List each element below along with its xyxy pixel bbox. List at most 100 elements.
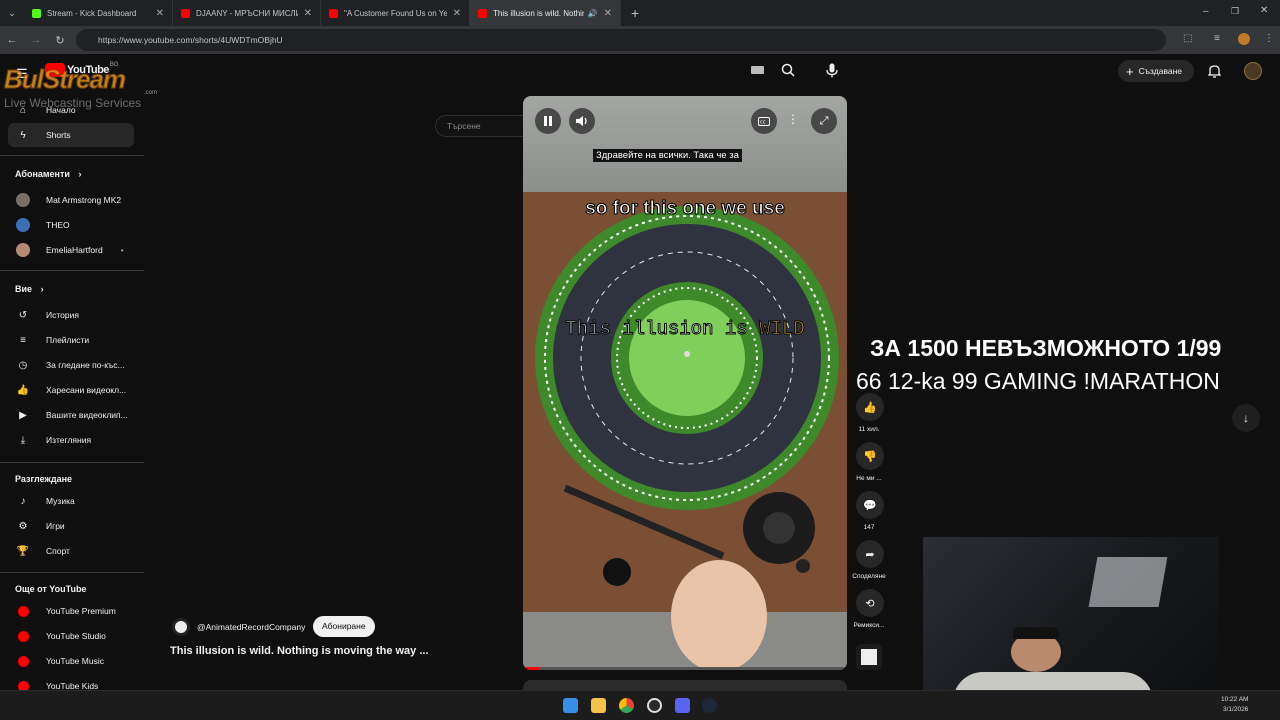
share-button[interactable]: ➦	[856, 540, 884, 568]
new-tab-button[interactable]: +	[631, 5, 639, 21]
minimize-button[interactable]: –	[1203, 6, 1209, 17]
sidebar-item-label: Спорт	[46, 546, 70, 556]
sidebar-divider	[0, 462, 144, 463]
sidebar-item-label: Музика	[46, 496, 75, 506]
sidebar-section-title[interactable]: Абонаменти ›	[15, 169, 81, 179]
maximize-button[interactable]: ❐	[1231, 6, 1239, 17]
browser-tab[interactable]: "A Customer Found Us on Yelp ✕	[321, 0, 470, 26]
channel-avatar[interactable]	[172, 618, 190, 636]
sidebar-item-label: Плейлисти	[46, 335, 90, 345]
sidebar-item[interactable]: ⚙ Игри	[8, 514, 134, 538]
steam-icon[interactable]	[702, 698, 717, 713]
file-explorer-icon[interactable]	[591, 698, 606, 713]
tab-close-icon[interactable]: ✕	[604, 8, 612, 19]
browser-tab[interactable]: This illusion is wild. Nothing 🔊 ✕	[470, 0, 621, 26]
shorts-icon: ϟ	[20, 129, 26, 141]
sidebar-item[interactable]: ⤓ Изтегляния	[8, 428, 134, 452]
section-title-text: Още от YouTube	[15, 584, 87, 594]
video-caption-middle: This illusion is WILD	[523, 318, 847, 341]
sidebar-item[interactable]: ϟ Shorts	[8, 123, 134, 147]
pause-button[interactable]	[535, 108, 561, 134]
tab-search-icon[interactable]: ⌄	[0, 8, 24, 19]
sidebar-item[interactable]: ↺ История	[8, 303, 134, 327]
sidebar-item[interactable]: ≡ Плейлисти	[8, 328, 134, 352]
keyboard-icon[interactable]	[751, 66, 764, 74]
create-button[interactable]: + Създаване	[1118, 60, 1194, 82]
browser-tab[interactable]: DJAANY - МРЪСНИ МИСЛИ (✕	[173, 0, 321, 26]
like-count: 11 хил.	[858, 426, 880, 433]
bulstream-logo-domain: .com	[144, 90, 158, 96]
browser-menu-icon[interactable]: ⋮	[1264, 33, 1274, 44]
search-icon[interactable]	[781, 63, 795, 82]
close-window-button[interactable]: ✕	[1260, 5, 1268, 16]
start-menu-icon[interactable]	[563, 698, 578, 713]
obs-icon[interactable]	[647, 698, 662, 713]
browser-tab[interactable]: Stream - Kick Dashboard ✕	[24, 0, 173, 26]
channel-avatar	[16, 193, 30, 207]
sidebar-divider	[0, 155, 144, 156]
svg-text:cc: cc	[760, 119, 766, 125]
forward-button[interactable]: →	[24, 34, 48, 46]
sidebar-section-title[interactable]: Вие ›	[15, 284, 44, 294]
notifications-bell-icon[interactable]	[1207, 64, 1222, 83]
voice-search-icon[interactable]	[826, 63, 838, 83]
subscription-item[interactable]: Mat Armstrong MK2	[8, 188, 134, 212]
sidebar-item-label: Shorts	[46, 130, 71, 140]
back-button[interactable]: ←	[0, 34, 24, 46]
tab-close-icon[interactable]: ✕	[453, 8, 461, 19]
sidebar-item-label: Харесани видеокл...	[46, 385, 127, 395]
tab-media-icon[interactable]: ≡	[1214, 33, 1220, 44]
tab-favicon-icon	[478, 8, 487, 18]
volume-button[interactable]	[569, 108, 595, 134]
dislike-button[interactable]: 👎	[856, 442, 884, 470]
section-title-text: Вие	[15, 284, 33, 294]
subscription-item[interactable]: EmeliaHartford •	[8, 238, 134, 262]
sidebar-item[interactable]: 👍 Харесани видеокл...	[8, 378, 134, 402]
more-options-icon[interactable]: ⋮	[787, 112, 799, 126]
sidebar-divider	[0, 270, 144, 271]
url-field[interactable]: https://www.youtube.com/shorts/4UWDTmOBj…	[76, 29, 1166, 51]
fullscreen-button[interactable]: ⤢	[811, 108, 837, 134]
tab-audio-icon[interactable]: 🔊	[588, 9, 598, 18]
sidebar-item[interactable]: ♪ Музика	[8, 489, 134, 513]
sidebar-item[interactable]: ▶ Вашите видеоклип...	[8, 403, 134, 427]
sidebar-item[interactable]: YouTube Music	[8, 649, 134, 673]
comments-button[interactable]: 💬	[856, 491, 884, 519]
sidebar-item[interactable]: ◷ За гледане по-къс...	[8, 353, 134, 377]
subscription-label: Mat Armstrong MK2	[46, 195, 122, 205]
subscription-item[interactable]: THEO	[8, 213, 134, 237]
discord-icon[interactable]	[675, 698, 690, 713]
chrome-icon[interactable]	[619, 698, 634, 713]
video-title[interactable]: This illusion is wild. Nothing is moving…	[170, 645, 429, 657]
sidebar-item[interactable]: YouTube Premium	[8, 599, 134, 623]
download-icon: ⤓	[20, 434, 26, 446]
taskbar-time[interactable]: 10:22 AM	[1221, 696, 1248, 703]
tab-close-icon[interactable]: ✕	[156, 8, 164, 19]
reload-button[interactable]: ↻	[48, 34, 72, 47]
caption-part-1: This illusion is	[565, 318, 748, 341]
like-button[interactable]: 👍	[856, 393, 884, 421]
extensions-icon[interactable]: ⬚	[1183, 33, 1192, 44]
sound-thumbnail[interactable]	[856, 644, 882, 670]
sidebar-item[interactable]: 🏆 Спорт	[8, 539, 134, 563]
remix-button[interactable]: ⟲	[856, 589, 884, 617]
sidebar-item[interactable]: YouTube Studio	[8, 624, 134, 648]
account-avatar[interactable]	[1244, 62, 1262, 80]
video-progress-bar[interactable]	[523, 667, 847, 670]
video-caption-top: so for this one we use	[585, 198, 786, 220]
shorts-video-player[interactable]: Здравейте на всички. Така че за so for t…	[523, 96, 847, 670]
gamepad-icon: ⚙	[18, 520, 28, 532]
remix-label: Ремикси...	[853, 622, 885, 629]
tab-close-icon[interactable]: ✕	[304, 8, 312, 19]
profile-avatar[interactable]	[1238, 33, 1250, 45]
captions-button[interactable]: cc	[751, 108, 777, 134]
subscribe-button[interactable]: Абониране	[313, 616, 375, 637]
os-taskbar	[0, 690, 1280, 720]
taskbar-date[interactable]: 3/1/2026	[1223, 706, 1248, 713]
next-short-arrow-icon[interactable]: ↓	[1232, 404, 1260, 432]
comments-count: 147	[863, 524, 875, 531]
chevron-right-icon: ›	[40, 284, 44, 294]
tab-favicon-icon	[329, 8, 338, 18]
new-content-dot: •	[120, 245, 124, 255]
channel-name[interactable]: @AnimatedRecordCompany	[197, 622, 305, 632]
